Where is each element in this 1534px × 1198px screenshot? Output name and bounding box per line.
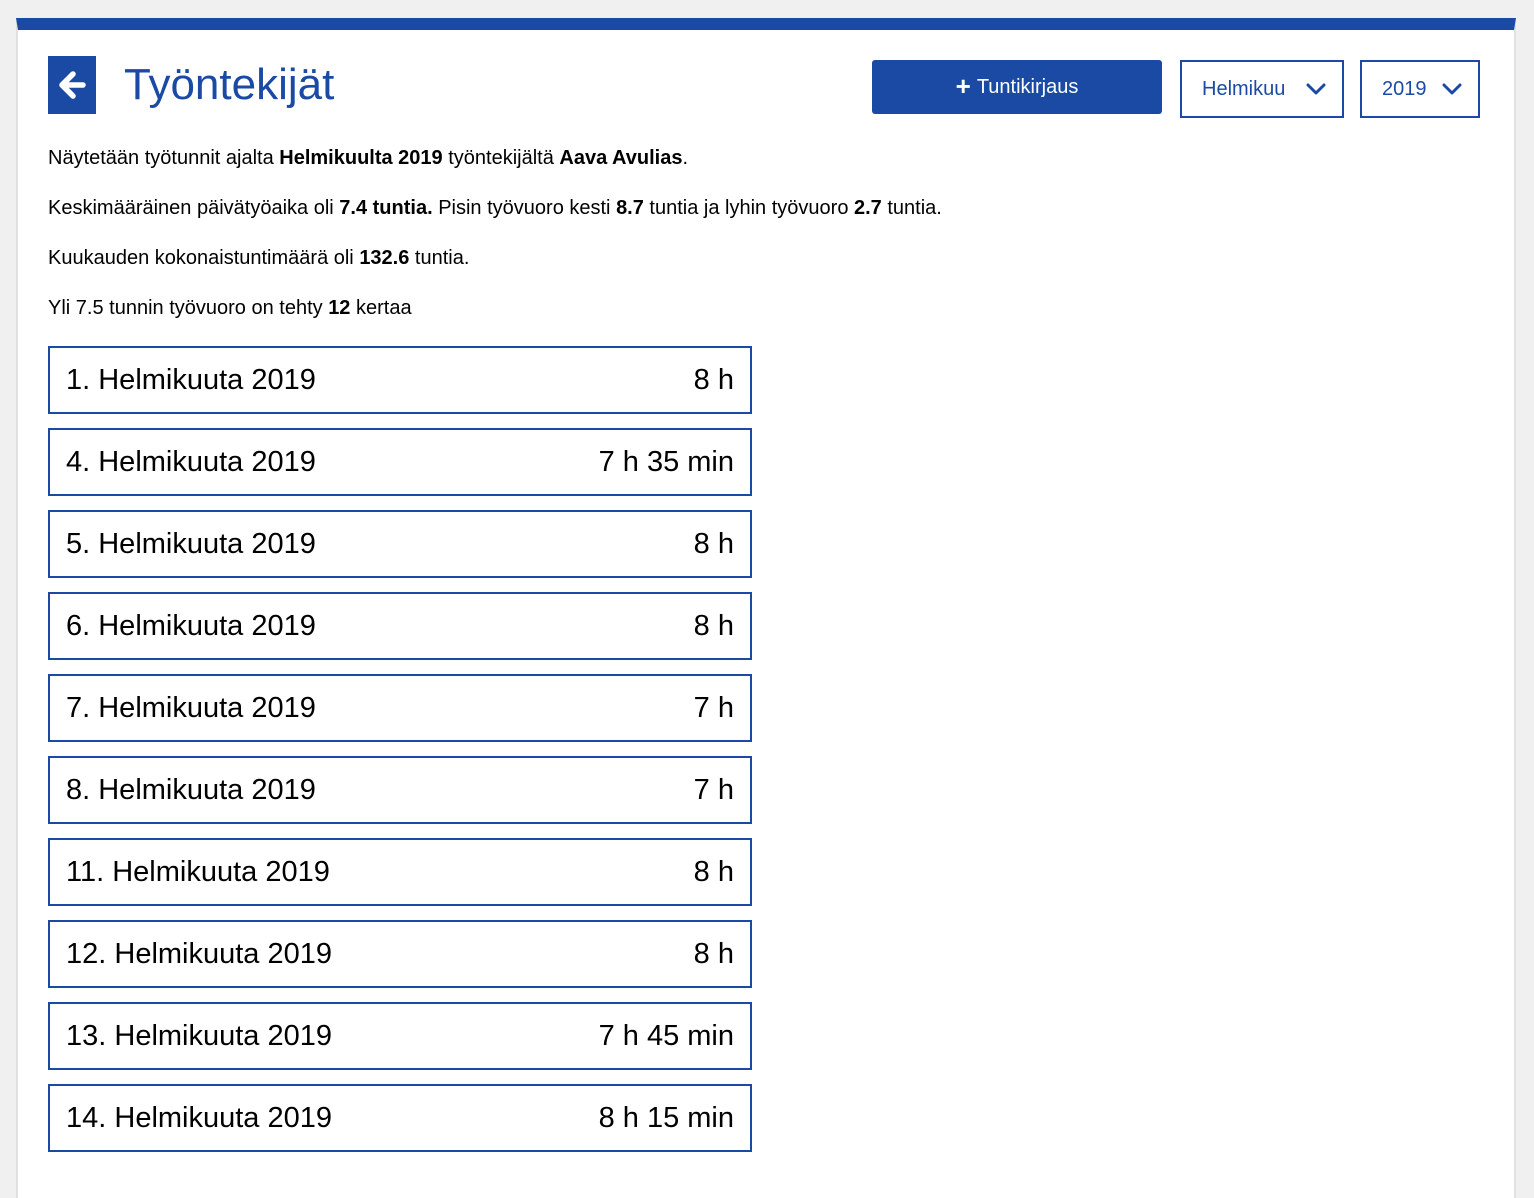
plus-icon: + bbox=[955, 71, 971, 101]
arrow-left-icon bbox=[59, 71, 86, 99]
day-hours: 8 h bbox=[693, 609, 734, 642]
year-select[interactable]: 2019 bbox=[1360, 60, 1480, 118]
day-date: 1. Helmikuuta 2019 bbox=[66, 363, 316, 396]
day-row[interactable]: 13. Helmikuuta 2019 7 h 45 min bbox=[48, 1002, 752, 1070]
chevron-down-icon bbox=[1306, 82, 1326, 96]
day-date: 13. Helmikuuta 2019 bbox=[66, 1019, 332, 1052]
day-row[interactable]: 1. Helmikuuta 2019 8 h bbox=[48, 346, 752, 414]
day-date: 12. Helmikuuta 2019 bbox=[66, 937, 332, 970]
month-select[interactable]: Helmikuu bbox=[1180, 60, 1344, 118]
day-row[interactable]: 11. Helmikuuta 2019 8 h bbox=[48, 838, 752, 906]
add-button-label: Tuntikirjaus bbox=[976, 75, 1079, 98]
day-row[interactable]: 6. Helmikuuta 2019 8 h bbox=[48, 592, 752, 660]
day-hours: 8 h bbox=[693, 855, 734, 888]
day-row[interactable]: 14. Helmikuuta 2019 8 h 15 min bbox=[48, 1084, 752, 1152]
summary-period: Näytetään työtunnit ajalta Helmikuulta 2… bbox=[48, 147, 689, 169]
day-hours: 8 h 15 min bbox=[598, 1101, 734, 1134]
day-date: 7. Helmikuuta 2019 bbox=[66, 691, 316, 724]
main-panel: Työntekijät + Tuntikirjaus Helmikuu 2019… bbox=[16, 18, 1516, 1198]
day-hours: 8 h bbox=[693, 937, 734, 970]
day-date: 8. Helmikuuta 2019 bbox=[66, 773, 316, 806]
day-row[interactable]: 5. Helmikuuta 2019 8 h bbox=[48, 510, 752, 578]
day-hours: 8 h bbox=[693, 363, 734, 396]
day-hours: 7 h bbox=[693, 773, 734, 806]
day-hours: 7 h 35 min bbox=[598, 445, 734, 478]
day-date: 11. Helmikuuta 2019 bbox=[66, 855, 330, 888]
page-title: Työntekijät bbox=[124, 60, 335, 109]
summary-total: Kuukauden kokonaistuntimäärä oli 132.6 t… bbox=[48, 247, 470, 269]
day-row[interactable]: 7. Helmikuuta 2019 7 h bbox=[48, 674, 752, 742]
day-hours: 8 h bbox=[693, 527, 734, 560]
chevron-down-icon bbox=[1442, 82, 1462, 96]
day-date: 4. Helmikuuta 2019 bbox=[66, 445, 316, 478]
day-date: 6. Helmikuuta 2019 bbox=[66, 609, 316, 642]
day-row[interactable]: 8. Helmikuuta 2019 7 h bbox=[48, 756, 752, 824]
day-date: 5. Helmikuuta 2019 bbox=[66, 527, 316, 560]
year-select-value: 2019 bbox=[1382, 77, 1427, 100]
day-date: 14. Helmikuuta 2019 bbox=[66, 1101, 332, 1134]
day-hours: 7 h 45 min bbox=[598, 1019, 734, 1052]
day-hours: 7 h bbox=[693, 691, 734, 724]
summary-long-shifts: Yli 7.5 tunnin työvuoro on tehty 12 kert… bbox=[48, 297, 412, 319]
summary-averages: Keskimääräinen päivätyöaika oli 7.4 tunt… bbox=[48, 197, 942, 219]
add-time-entry-button[interactable]: + Tuntikirjaus bbox=[872, 60, 1162, 114]
day-row[interactable]: 12. Helmikuuta 2019 8 h bbox=[48, 920, 752, 988]
day-row[interactable]: 4. Helmikuuta 2019 7 h 35 min bbox=[48, 428, 752, 496]
back-button[interactable] bbox=[48, 56, 96, 114]
month-select-value: Helmikuu bbox=[1202, 77, 1286, 100]
